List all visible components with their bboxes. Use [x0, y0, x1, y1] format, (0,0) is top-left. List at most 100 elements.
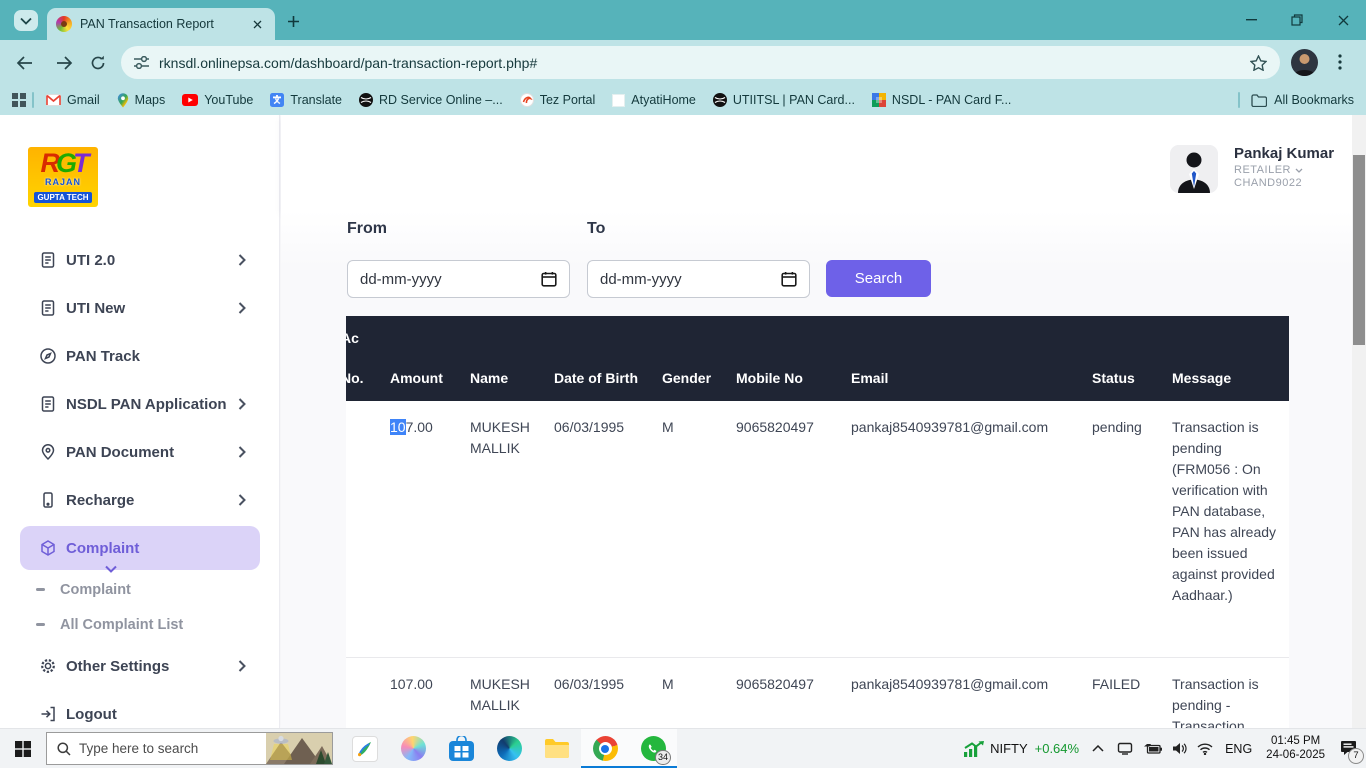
column-header-mobile: Mobile No	[736, 316, 851, 401]
reload-button[interactable]	[86, 51, 110, 75]
all-bookmarks-button[interactable]: All Bookmarks	[1274, 93, 1354, 107]
nifty-label: NIFTY	[990, 741, 1028, 756]
column-header-message: Message	[1172, 316, 1289, 401]
bookmark-label: Translate	[290, 93, 342, 107]
cell-email: pankaj8540939781@gmail.com	[851, 658, 1092, 728]
calendar-icon[interactable]	[781, 271, 797, 287]
sidebar-item-pan-track[interactable]: PAN Track	[0, 332, 280, 380]
sidebar-subitem-complaint[interactable]: Complaint	[0, 572, 280, 607]
sidebar-subitem-all-complaint-list[interactable]: All Complaint List	[0, 607, 280, 642]
taskbar-app-edge[interactable]	[485, 729, 533, 768]
sidebar-item-uti-2-0[interactable]: UTI 2.0	[0, 236, 280, 284]
start-button[interactable]	[0, 729, 46, 768]
chevron-right-icon	[238, 254, 246, 266]
paint-app-icon	[352, 736, 378, 762]
bookmark-nsdl[interactable]: NSDL - PAN Card F...	[872, 93, 1011, 107]
stock-chart-icon	[963, 740, 985, 758]
whatsapp-badge: 34	[655, 750, 671, 765]
tray-battery[interactable]	[1138, 729, 1167, 768]
to-date-input[interactable]: dd-mm-yyyy	[587, 260, 810, 298]
column-header-gender: Gender	[662, 316, 736, 401]
sidebar-item-nsdl-pan-application[interactable]: NSDL PAN Application	[0, 380, 280, 428]
scrollbar-thumb[interactable]	[1353, 155, 1365, 345]
taskbar-clock[interactable]: 01:45 PM 24-06-2025	[1259, 735, 1332, 762]
browser-tab[interactable]: PAN Transaction Report	[47, 8, 275, 40]
bookmark-atyatihome[interactable]: AtyatiHome	[612, 93, 696, 107]
site-info-icon[interactable]	[134, 56, 149, 69]
selected-text: 10	[390, 419, 406, 435]
back-button[interactable]	[12, 51, 36, 75]
user-avatar[interactable]	[1170, 145, 1218, 193]
tray-volume[interactable]	[1167, 729, 1192, 768]
page-header: Pankaj Kumar RETAILER CHAND9022	[281, 115, 1352, 211]
cell-dob: 06/03/1995	[554, 401, 662, 657]
taskbar-search-box[interactable]: Type here to search	[46, 732, 333, 765]
main-content: From To dd-mm-yyyy dd-mm-yyyy Search AcN…	[281, 211, 1352, 728]
bookmark-label: Gmail	[67, 93, 100, 107]
bookmark-gmail[interactable]: Gmail	[46, 93, 100, 107]
bookmark-translate[interactable]: Translate	[270, 93, 342, 107]
tray-device-icon[interactable]	[1112, 729, 1138, 768]
chevron-right-icon	[238, 446, 246, 458]
bookmark-tez-portal[interactable]: Tez Portal	[520, 93, 596, 107]
language-indicator[interactable]: ENG	[1218, 729, 1259, 768]
cube-icon	[38, 538, 58, 558]
notification-center[interactable]: 7	[1332, 729, 1366, 768]
gear-icon	[38, 656, 58, 676]
bookmark-rd-service[interactable]: RD Service Online –...	[359, 93, 503, 107]
url-bar[interactable]: rknsdl.onlinepsa.com/dashboard/pan-trans…	[121, 46, 1280, 79]
system-tray: NIFTY +0.64% ENG 01:45 PM 24-06-2025	[958, 729, 1366, 768]
cell-ack-no	[346, 401, 390, 657]
nifty-ticker[interactable]: NIFTY +0.64%	[958, 729, 1084, 768]
column-header-amount: Amount	[390, 316, 470, 401]
user-name: Pankaj Kumar	[1234, 145, 1334, 163]
mobile-phone-icon	[38, 490, 58, 510]
sidebar-item-complaint[interactable]: Complaint	[0, 524, 280, 572]
close-button[interactable]	[1320, 0, 1366, 40]
sidebar-item-other-settings[interactable]: Other Settings	[0, 642, 280, 690]
cell-dob: 06/03/1995	[554, 658, 662, 728]
taskbar-app-whatsapp[interactable]: 34	[629, 729, 677, 768]
tab-search-button[interactable]	[14, 10, 38, 31]
search-button[interactable]: Search	[826, 260, 931, 297]
tray-wifi[interactable]	[1192, 729, 1218, 768]
sidebar-item-recharge[interactable]: Recharge	[0, 476, 280, 524]
apps-grid-icon[interactable]	[12, 93, 26, 107]
new-tab-button[interactable]	[284, 12, 302, 30]
bookmark-utiitsl[interactable]: UTIITSL | PAN Card...	[713, 93, 855, 107]
user-info[interactable]: Pankaj Kumar RETAILER CHAND9022	[1234, 145, 1334, 190]
sidebar-item-logout[interactable]: Logout	[0, 690, 280, 728]
cast-icon	[1117, 742, 1133, 755]
taskbar-app-paint[interactable]	[341, 729, 389, 768]
sidebar-item-uti-new[interactable]: UTI New	[0, 284, 280, 332]
bing-daily-image[interactable]	[266, 733, 332, 764]
tab-close-icon[interactable]	[248, 15, 266, 33]
restore-button[interactable]	[1274, 0, 1320, 40]
calendar-icon[interactable]	[541, 271, 557, 287]
from-date-input[interactable]: dd-mm-yyyy	[347, 260, 570, 298]
tray-chevron-up[interactable]	[1084, 729, 1112, 768]
minimize-button[interactable]	[1228, 0, 1274, 40]
taskbar-app-store[interactable]	[437, 729, 485, 768]
url-text[interactable]: rknsdl.onlinepsa.com/dashboard/pan-trans…	[159, 55, 1242, 71]
bookmark-star-icon[interactable]	[1250, 55, 1267, 71]
taskbar-app-file-explorer[interactable]	[533, 729, 581, 768]
column-header-ack-no: AcNo.	[346, 316, 390, 401]
bookmark-youtube[interactable]: YouTube	[182, 93, 253, 107]
browser-profile-avatar[interactable]	[1291, 49, 1318, 76]
taskbar-app-copilot[interactable]	[389, 729, 437, 768]
taskbar-app-chrome[interactable]	[581, 729, 629, 768]
sidebar-item-label: PAN Document	[66, 444, 174, 461]
forward-button[interactable]	[52, 51, 76, 75]
gmail-icon	[46, 94, 61, 106]
bookmarks-bar: Gmail Maps YouTube Translate RD Service …	[0, 85, 1366, 115]
sidebar-item-label: NSDL PAN Application	[66, 396, 227, 413]
browser-menu-icon[interactable]	[1330, 50, 1350, 74]
rgt-logo[interactable]: RGT RAJAN GUPTA TECH	[28, 147, 98, 207]
chevron-down-icon[interactable]	[1295, 168, 1303, 173]
bookmark-maps[interactable]: Maps	[117, 93, 166, 108]
page-scrollbar[interactable]	[1352, 115, 1366, 728]
sidebar-subitem-label: All Complaint List	[60, 617, 183, 633]
date-placeholder: dd-mm-yyyy	[600, 271, 781, 288]
sidebar-item-pan-document[interactable]: PAN Document	[0, 428, 280, 476]
